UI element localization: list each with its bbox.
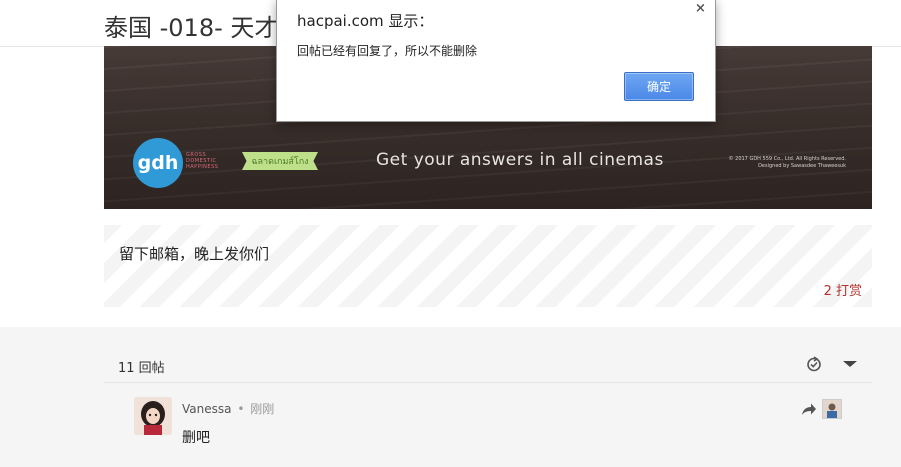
refresh-check-icon[interactable] xyxy=(805,355,823,373)
post-content-block: 留下邮箱，晚上发你们 2 打赏 xyxy=(104,225,872,307)
banner-copyright: © 2017 GDH 559 Co., Ltd. All Rights Rese… xyxy=(716,156,846,170)
reply-share-icon[interactable] xyxy=(801,402,817,416)
comment-time: 刚刚 xyxy=(250,402,275,416)
comment-meta: Vanessa • 刚刚 xyxy=(182,400,274,417)
alert-dialog: hacpai.com 显示： × 回帖已经有回复了，所以不能删除 确定 xyxy=(276,0,716,122)
copyright-line-1: © 2017 GDH 559 Co., Ltd. All Rights Rese… xyxy=(728,156,846,162)
banner-tagline: Get your answers in all cinemas xyxy=(376,150,664,170)
dialog-message: 回帖已经有回复了，所以不能删除 xyxy=(297,44,478,58)
gdh-logo-tagline: GROSS DOMESTIC HAPPINESS xyxy=(186,152,219,170)
chevron-down-icon[interactable] xyxy=(841,355,859,373)
reply-user-avatar-image xyxy=(823,400,841,418)
comments-header: 11 回帖 xyxy=(104,327,872,383)
reply-user-avatar[interactable] xyxy=(822,399,842,419)
comment-text: 删吧 xyxy=(182,430,210,446)
ok-button[interactable]: 确定 xyxy=(624,72,694,101)
movie-title-tag: ฉลาดเกมส์โกง xyxy=(242,152,318,170)
gdh-logo: gdh xyxy=(133,138,183,188)
comments-count: 11 回帖 xyxy=(118,361,165,376)
comments-section: 11 回帖 Vanessa • 刚刚 删吧 xyxy=(0,327,901,467)
close-icon[interactable]: × xyxy=(695,1,706,16)
avatar[interactable] xyxy=(134,397,172,435)
copyright-line-2: Designed by Sawasdee Thaweesuk xyxy=(758,163,846,169)
avatar-image xyxy=(134,397,172,435)
comment-username[interactable]: Vanessa xyxy=(182,402,231,416)
reward-link[interactable]: 2 打赏 xyxy=(824,280,862,299)
dialog-title: hacpai.com 显示： xyxy=(297,12,434,30)
meta-separator: • xyxy=(237,402,245,416)
post-text: 留下邮箱，晚上发你们 xyxy=(119,245,270,263)
comment-item: Vanessa • 刚刚 删吧 xyxy=(104,383,872,467)
